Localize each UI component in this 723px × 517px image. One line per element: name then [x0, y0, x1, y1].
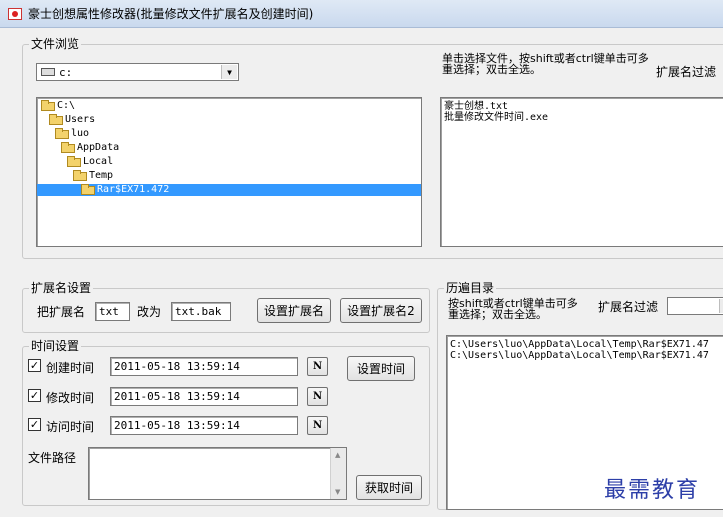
list-item[interactable]: 批量修改文件时间.exe — [444, 112, 548, 123]
ext-from-input[interactable]: txt — [95, 302, 130, 321]
folder-icon — [73, 169, 87, 181]
ext-to-label: 改为 — [137, 305, 162, 319]
folder-icon — [67, 155, 81, 167]
folder-icon — [81, 183, 95, 195]
tree-item-c[interactable]: C:\ — [41, 99, 76, 112]
tree-item-label: Local — [83, 156, 114, 167]
tree-item-appdata[interactable]: AppData — [61, 141, 120, 154]
tree-item-label: C:\ — [57, 100, 76, 111]
list-item[interactable]: C:\Users\luo\AppData\Local\Temp\Rar$EX71… — [450, 350, 709, 361]
folder-icon — [49, 113, 63, 125]
chevron-down-icon[interactable]: ▼ — [719, 299, 723, 313]
get-time-button[interactable]: 获取时间 — [356, 475, 422, 500]
folder-icon — [61, 141, 75, 153]
drive-icon — [41, 68, 55, 76]
list-item[interactable]: 豪士创想.txt — [444, 101, 508, 112]
drive-select[interactable]: c: ▼ — [36, 63, 239, 81]
tree-item-label: Rar$EX71.472 — [97, 184, 170, 195]
access-time-checkbox[interactable]: ✓ — [28, 418, 41, 431]
folder-icon — [41, 99, 55, 111]
tree-item-temp[interactable]: Temp — [73, 169, 114, 182]
tree-item-label: AppData — [77, 142, 120, 153]
modify-time-label: 修改时间 — [46, 391, 95, 405]
modify-time-now-button[interactable]: N — [307, 387, 328, 406]
ext-from-label: 把扩展名 — [37, 305, 86, 319]
file-browse-label: 文件浏览 — [29, 37, 82, 51]
tree-item-rar[interactable]: Rar$EX71.472 — [37, 183, 421, 196]
history-label: 历遍目录 — [444, 281, 497, 295]
window-title: 豪士创想属性修改器(批量修改文件扩展名及创建时间) — [28, 7, 314, 21]
drive-select-value: c: — [59, 65, 73, 79]
set-ext-button[interactable]: 设置扩展名 — [257, 298, 331, 323]
ext-filter-label: 扩展名过滤 — [656, 65, 717, 79]
tree-item-users[interactable]: Users — [49, 113, 96, 126]
scroll-up-icon[interactable]: ▲ — [335, 451, 340, 459]
file-path-scrollbar[interactable]: ▲ ▼ — [330, 448, 346, 499]
list-item[interactable]: C:\Users\luo\AppData\Local\Temp\Rar$EX71… — [450, 339, 709, 350]
tree-item-luo[interactable]: luo — [55, 127, 90, 140]
browse-hint: 单击选择文件，按shift或者ctrl键单击可多重选择；双击全选。 — [442, 52, 649, 76]
chevron-down-icon[interactable]: ▼ — [221, 65, 237, 79]
create-time-label: 创建时间 — [46, 361, 95, 375]
tree-item-local[interactable]: Local — [67, 155, 114, 168]
file-path-label: 文件路径 — [28, 451, 77, 465]
modify-time-input[interactable]: 2011-05-18 13:59:14 — [110, 387, 298, 406]
watermark-text: 最需教育 — [604, 478, 701, 503]
history-ext-filter-select[interactable]: ▼ — [667, 297, 723, 315]
folder-tree[interactable]: C:\ Users luo AppData Local Temp Rar$EX7… — [36, 97, 422, 247]
create-time-input[interactable]: 2011-05-18 13:59:14 — [110, 357, 298, 376]
folder-icon — [55, 127, 69, 139]
create-time-checkbox[interactable]: ✓ — [28, 359, 41, 372]
access-time-label: 访问时间 — [46, 420, 95, 434]
set-time-button[interactable]: 设置时间 — [347, 356, 415, 381]
file-path-textarea[interactable]: ▲ ▼ — [88, 447, 347, 500]
tree-item-label: luo — [71, 128, 90, 139]
modify-time-checkbox[interactable]: ✓ — [28, 389, 41, 402]
file-list[interactable]: 豪士创想.txt 批量修改文件时间.exe — [440, 97, 723, 247]
tree-item-label: Users — [65, 114, 96, 125]
history-ext-filter-label: 扩展名过滤 — [598, 300, 659, 314]
app-icon — [8, 7, 22, 20]
ext-settings-label: 扩展名设置 — [29, 281, 94, 295]
title-bar: 豪士创想属性修改器(批量修改文件扩展名及创建时间) — [0, 0, 723, 28]
tree-item-label: Temp — [89, 170, 114, 181]
ext-to-input[interactable]: txt.bak — [171, 302, 231, 321]
access-time-input[interactable]: 2011-05-18 13:59:14 — [110, 416, 298, 435]
time-settings-label: 时间设置 — [29, 339, 82, 353]
create-time-now-button[interactable]: N — [307, 357, 328, 376]
access-time-now-button[interactable]: N — [307, 416, 328, 435]
history-hint: 按shift或者ctrl键单击可多重选择；双击全选。 — [448, 297, 578, 321]
set-ext2-button[interactable]: 设置扩展名2 — [340, 298, 422, 323]
scroll-down-icon[interactable]: ▼ — [335, 488, 340, 496]
